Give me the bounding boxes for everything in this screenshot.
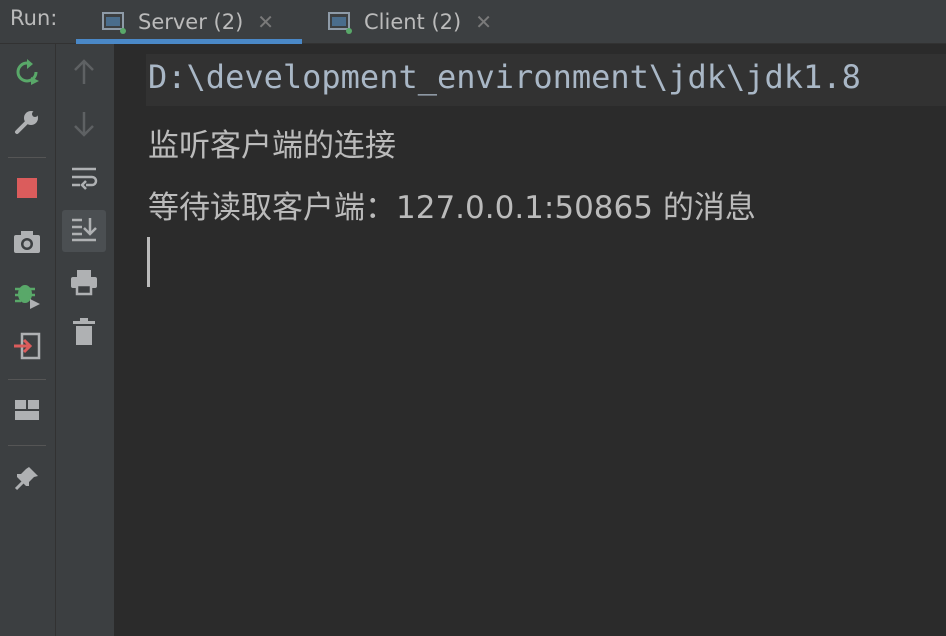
command-line-text: D:\development_environment\jdk\jdk1.8 xyxy=(148,58,861,96)
exit-button[interactable] xyxy=(9,330,45,366)
scroll-to-end-icon xyxy=(69,215,99,247)
trash-icon xyxy=(71,317,97,351)
run-label: Run: xyxy=(10,6,58,30)
stop-icon xyxy=(15,176,39,204)
exit-icon xyxy=(12,331,42,365)
clear-all-button[interactable] xyxy=(66,316,102,352)
run-tab-bar: Run: Server (2) ✕ Client (2) ✕ xyxy=(0,0,946,44)
toolbar-divider xyxy=(8,445,46,446)
soft-wrap-button[interactable] xyxy=(66,162,102,198)
rerun-button[interactable] xyxy=(9,56,45,92)
camera-icon xyxy=(12,229,42,259)
previous-occurrence-button[interactable] xyxy=(66,56,102,92)
console-line: 等待读取客户端：127.0.0.1:50865 的消息 xyxy=(148,190,756,226)
dump-threads-button[interactable] xyxy=(9,226,45,262)
tab-client[interactable]: Client (2) ✕ xyxy=(326,0,492,44)
next-occurrence-button[interactable] xyxy=(66,108,102,144)
wrench-icon xyxy=(13,108,41,140)
settings-button[interactable] xyxy=(9,106,45,142)
run-toolbar-secondary xyxy=(56,44,114,636)
rerun-icon xyxy=(13,58,41,90)
console-icon xyxy=(100,10,126,34)
toolbar-divider xyxy=(8,157,46,158)
arrow-up-icon xyxy=(72,58,96,90)
print-button[interactable] xyxy=(66,266,102,302)
debug-button[interactable] xyxy=(9,278,45,314)
arrow-down-icon xyxy=(72,110,96,142)
print-icon xyxy=(69,268,99,300)
pin-tab-button[interactable] xyxy=(9,462,45,498)
restore-layout-button[interactable] xyxy=(9,394,45,430)
console-output[interactable]: D:\development_environment\jdk\jdk1.8 监听… xyxy=(114,44,946,636)
text-cursor xyxy=(147,237,150,287)
tab-label: Client (2) xyxy=(364,10,462,34)
stop-button[interactable] xyxy=(9,172,45,208)
close-icon[interactable]: ✕ xyxy=(475,10,492,34)
layout-icon xyxy=(13,398,41,426)
console-icon xyxy=(326,10,352,34)
scroll-to-end-button[interactable] xyxy=(62,210,106,252)
toolbar-divider xyxy=(8,379,46,380)
soft-wrap-icon xyxy=(69,164,99,196)
console-line: 监听客户端的连接 xyxy=(148,128,396,164)
debug-bug-icon xyxy=(12,279,42,313)
pin-icon xyxy=(13,464,41,496)
close-icon[interactable]: ✕ xyxy=(257,10,274,34)
tab-label: Server (2) xyxy=(138,10,244,34)
run-toolbar-primary xyxy=(0,44,56,636)
tab-server[interactable]: Server (2) ✕ xyxy=(100,0,274,44)
